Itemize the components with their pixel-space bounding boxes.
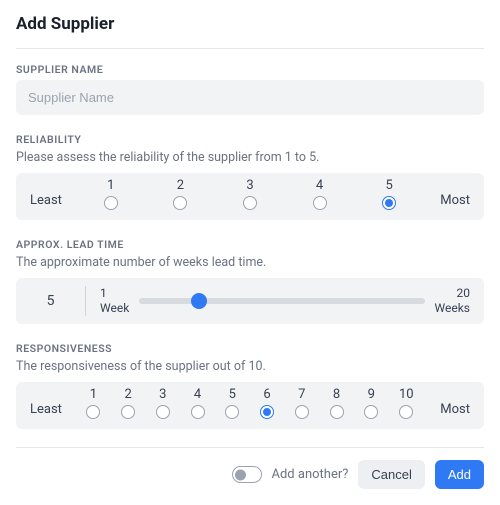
slider-thumb[interactable] [191, 293, 207, 309]
responsiveness-radio[interactable] [399, 405, 413, 419]
add-another-label: Add another? [272, 467, 349, 482]
responsiveness-option-7[interactable]: 7 [295, 388, 309, 419]
responsiveness-option-label: 7 [298, 388, 305, 401]
cancel-button[interactable]: Cancel [358, 460, 424, 489]
lead-time-value: 5 [16, 286, 86, 316]
reliability-radio[interactable] [382, 196, 396, 210]
responsiveness-option-5[interactable]: 5 [225, 388, 239, 419]
lead-time-desc: The approximate number of weeks lead tim… [16, 255, 484, 270]
reliability-label: RELIABILITY [16, 133, 484, 146]
responsiveness-radio[interactable] [156, 405, 170, 419]
lead-time-max-label: 20 Weeks [435, 286, 470, 316]
responsiveness-radio[interactable] [364, 405, 378, 419]
responsiveness-most-label: Most [432, 402, 470, 419]
responsiveness-label: RESPONSIVENESS [16, 342, 484, 355]
dialog-footer: Add another? Cancel Add [16, 460, 484, 489]
reliability-option-label: 2 [177, 179, 184, 192]
add-button[interactable]: Add [435, 460, 484, 489]
reliability-radio[interactable] [173, 196, 187, 210]
responsiveness-option-8[interactable]: 8 [330, 388, 344, 419]
responsiveness-option-label: 3 [159, 388, 166, 401]
supplier-name-field: SUPPLIER NAME [16, 63, 484, 115]
reliability-option-label: 1 [107, 179, 114, 192]
dialog-title: Add Supplier [16, 14, 484, 34]
reliability-option-label: 4 [316, 179, 323, 192]
lead-time-label: APPROX. LEAD TIME [16, 238, 484, 251]
reliability-most-label: Most [432, 193, 470, 210]
lead-time-field: APPROX. LEAD TIME The approximate number… [16, 238, 484, 324]
responsiveness-option-label: 8 [333, 388, 340, 401]
reliability-field: RELIABILITY Please assess the reliabilit… [16, 133, 484, 220]
responsiveness-option-2[interactable]: 2 [121, 388, 135, 419]
divider [16, 48, 484, 49]
lead-time-slider[interactable] [139, 292, 424, 310]
reliability-option-label: 3 [246, 179, 253, 192]
responsiveness-option-10[interactable]: 10 [399, 388, 414, 419]
reliability-option-3[interactable]: 3 [243, 179, 257, 210]
supplier-name-label: SUPPLIER NAME [16, 63, 484, 76]
responsiveness-rating: Least 1 2 3 4 5 6 7 8 9 10 Most [16, 382, 484, 429]
reliability-radio[interactable] [313, 196, 327, 210]
reliability-option-2[interactable]: 2 [173, 179, 187, 210]
responsiveness-option-3[interactable]: 3 [156, 388, 170, 419]
responsiveness-option-label: 4 [194, 388, 201, 401]
responsiveness-option-label: 1 [90, 388, 97, 401]
lead-time-min-label: 1 Week [100, 286, 129, 316]
responsiveness-option-1[interactable]: 1 [86, 388, 100, 419]
responsiveness-radio[interactable] [86, 405, 100, 419]
responsiveness-option-label: 10 [399, 388, 414, 401]
responsiveness-option-label: 5 [229, 388, 236, 401]
responsiveness-radio[interactable] [225, 405, 239, 419]
reliability-least-label: Least [30, 193, 68, 210]
footer-divider [16, 447, 484, 448]
responsiveness-option-label: 9 [368, 388, 375, 401]
reliability-option-5[interactable]: 5 [382, 179, 396, 210]
responsiveness-radio[interactable] [295, 405, 309, 419]
responsiveness-option-9[interactable]: 9 [364, 388, 378, 419]
responsiveness-option-6[interactable]: 6 [260, 388, 274, 419]
responsiveness-option-label: 6 [263, 388, 270, 401]
responsiveness-radio[interactable] [121, 405, 135, 419]
reliability-option-1[interactable]: 1 [104, 179, 118, 210]
supplier-name-input[interactable] [16, 80, 484, 115]
reliability-radio[interactable] [104, 196, 118, 210]
responsiveness-option-label: 2 [124, 388, 131, 401]
reliability-option-4[interactable]: 4 [313, 179, 327, 210]
lead-time-slider-box: 5 1 Week 20 Weeks [16, 278, 484, 324]
add-another-toggle[interactable] [232, 466, 262, 483]
reliability-radio[interactable] [243, 196, 257, 210]
reliability-desc: Please assess the reliability of the sup… [16, 150, 484, 165]
responsiveness-desc: The responsiveness of the supplier out o… [16, 359, 484, 374]
reliability-rating: Least 1 2 3 4 5 Most [16, 173, 484, 220]
responsiveness-option-4[interactable]: 4 [191, 388, 205, 419]
responsiveness-least-label: Least [30, 402, 68, 419]
reliability-option-label: 5 [386, 179, 393, 192]
responsiveness-radio[interactable] [260, 405, 274, 419]
responsiveness-field: RESPONSIVENESS The responsiveness of the… [16, 342, 484, 429]
responsiveness-radio[interactable] [330, 405, 344, 419]
responsiveness-radio[interactable] [191, 405, 205, 419]
